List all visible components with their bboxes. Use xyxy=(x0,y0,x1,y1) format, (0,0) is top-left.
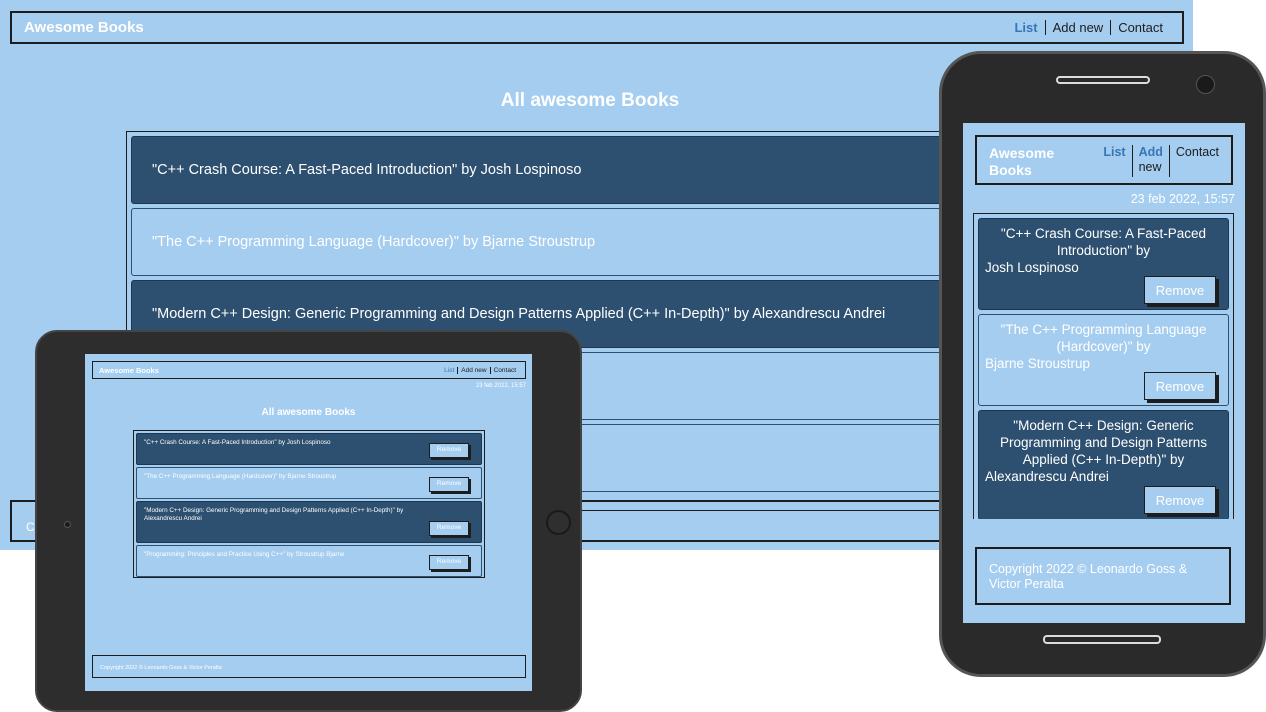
phone-footer-line: Copyright 2022 © Leonardo Goss & xyxy=(989,562,1188,576)
tablet-header: Awesome Books List Add new Contact xyxy=(92,361,526,379)
desktop-header: Awesome Books List Add new Contact xyxy=(10,11,1184,44)
tablet-book-list: "C++ Crash Course: A Fast-Paced Introduc… xyxy=(133,430,485,578)
remove-button[interactable]: Remove xyxy=(429,477,469,492)
nav-list-link[interactable]: List xyxy=(1007,20,1044,35)
tablet-page-title: All awesome Books xyxy=(261,407,356,418)
nav-list-link[interactable]: List xyxy=(1097,145,1131,177)
phone-nav: List Add new Contact xyxy=(1097,145,1231,183)
nav-add-new-link[interactable]: Add new xyxy=(457,366,489,374)
nav-contact-link[interactable]: Contact xyxy=(489,366,519,374)
book-item: "Modern C++ Design: Generic Programming … xyxy=(978,410,1229,519)
tablet-camera-icon xyxy=(64,521,71,528)
remove-button[interactable]: Remove xyxy=(429,555,469,570)
book-title: "Programming: Principles and Practice Us… xyxy=(144,551,345,558)
tablet-footer-text: Copyright 2022 © Leonardo Goss & Victor … xyxy=(100,665,222,671)
phone-device: Awesome Books List Add new Contact 23 fe… xyxy=(939,51,1266,677)
book-item: "The C++ Programming Language (Hardcover… xyxy=(136,467,482,499)
nav-add-new-line: new xyxy=(1138,160,1162,174)
book-author: Alexandrescu Andrei xyxy=(985,469,1109,484)
phone-bottom-speaker xyxy=(1043,635,1161,644)
remove-button[interactable]: Remove xyxy=(1144,372,1216,400)
book-title: "The C++ Programming Language (Hardcover… xyxy=(1000,322,1207,354)
book-title: "The C++ Programming Language (Hardcover… xyxy=(152,234,596,250)
phone-logo[interactable]: Awesome Books xyxy=(989,145,1054,183)
book-title: "C++ Crash Course: A Fast-Paced Introduc… xyxy=(152,162,582,178)
book-author: Josh Lospinoso xyxy=(985,260,1079,275)
book-item: "C++ Crash Course: A Fast-Paced Introduc… xyxy=(131,136,1002,204)
tablet-device: Awesome Books List Add new Contact 23 fe… xyxy=(35,330,582,712)
nav-add-new-line: Add xyxy=(1138,145,1163,159)
phone-footer-line: Victor Peralta xyxy=(989,577,1064,591)
book-title: "Modern C++ Design: Generic Programming … xyxy=(999,418,1208,467)
tablet-screen: Awesome Books List Add new Contact 23 fe… xyxy=(85,354,532,691)
phone-screen: Awesome Books List Add new Contact 23 fe… xyxy=(963,123,1245,623)
book-title: "Modern C++ Design: Generic Programming … xyxy=(144,507,404,523)
book-author: Bjarne Stroustrup xyxy=(985,356,1091,371)
nav-add-new-link[interactable]: Add new xyxy=(1044,20,1111,35)
phone-camera-icon xyxy=(1196,75,1215,94)
remove-button[interactable]: Remove xyxy=(1144,276,1216,304)
nav-list-link[interactable]: List xyxy=(441,367,457,374)
nav-add-new-link[interactable]: Add new xyxy=(1131,145,1169,177)
tablet-nav: List Add new Contact xyxy=(441,366,519,374)
book-item: "Modern C++ Design: Generic Programming … xyxy=(136,501,482,543)
tablet-date: 23 feb 2022, 15:57 xyxy=(475,383,526,389)
book-title: "C++ Crash Course: A Fast-Paced Introduc… xyxy=(1000,226,1207,258)
book-title: "Modern C++ Design: Generic Programming … xyxy=(152,306,886,322)
desktop-nav: List Add new Contact xyxy=(1007,20,1170,35)
phone-speaker-icon xyxy=(1056,76,1150,84)
book-title: "The C++ Programming Language (Hardcover… xyxy=(144,473,337,480)
phone-logo-line: Awesome xyxy=(989,145,1055,161)
book-item: "C++ Crash Course: A Fast-Paced Introduc… xyxy=(978,218,1229,310)
phone-date: 23 feb 2022, 15:57 xyxy=(1130,192,1235,206)
book-item: "C++ Crash Course: A Fast-Paced Introduc… xyxy=(136,433,482,465)
tablet-logo[interactable]: Awesome Books xyxy=(99,366,159,375)
nav-contact-link[interactable]: Contact xyxy=(1168,145,1231,177)
book-item: "Programming: Principles and Practice Us… xyxy=(136,545,482,577)
phone-book-list: "C++ Crash Course: A Fast-Paced Introduc… xyxy=(973,213,1234,519)
remove-button[interactable]: Remove xyxy=(1144,486,1216,514)
nav-contact-link[interactable]: Contact xyxy=(1110,20,1170,35)
remove-button[interactable]: Remove xyxy=(429,521,469,536)
phone-footer: Copyright 2022 © Leonardo Goss & Victor … xyxy=(975,547,1231,605)
remove-button[interactable]: Remove xyxy=(429,443,469,458)
book-item: "The C++ Programming Language (Hardcover… xyxy=(131,208,1002,276)
book-item: "The C++ Programming Language (Hardcover… xyxy=(978,314,1229,406)
book-title: "C++ Crash Course: A Fast-Paced Introduc… xyxy=(144,439,331,446)
tablet-home-button-icon[interactable] xyxy=(546,510,571,535)
desktop-logo[interactable]: Awesome Books xyxy=(24,19,144,36)
phone-header: Awesome Books List Add new Contact xyxy=(975,135,1233,185)
tablet-footer: Copyright 2022 © Leonardo Goss & Victor … xyxy=(92,655,526,678)
phone-logo-line: Books xyxy=(989,162,1032,178)
